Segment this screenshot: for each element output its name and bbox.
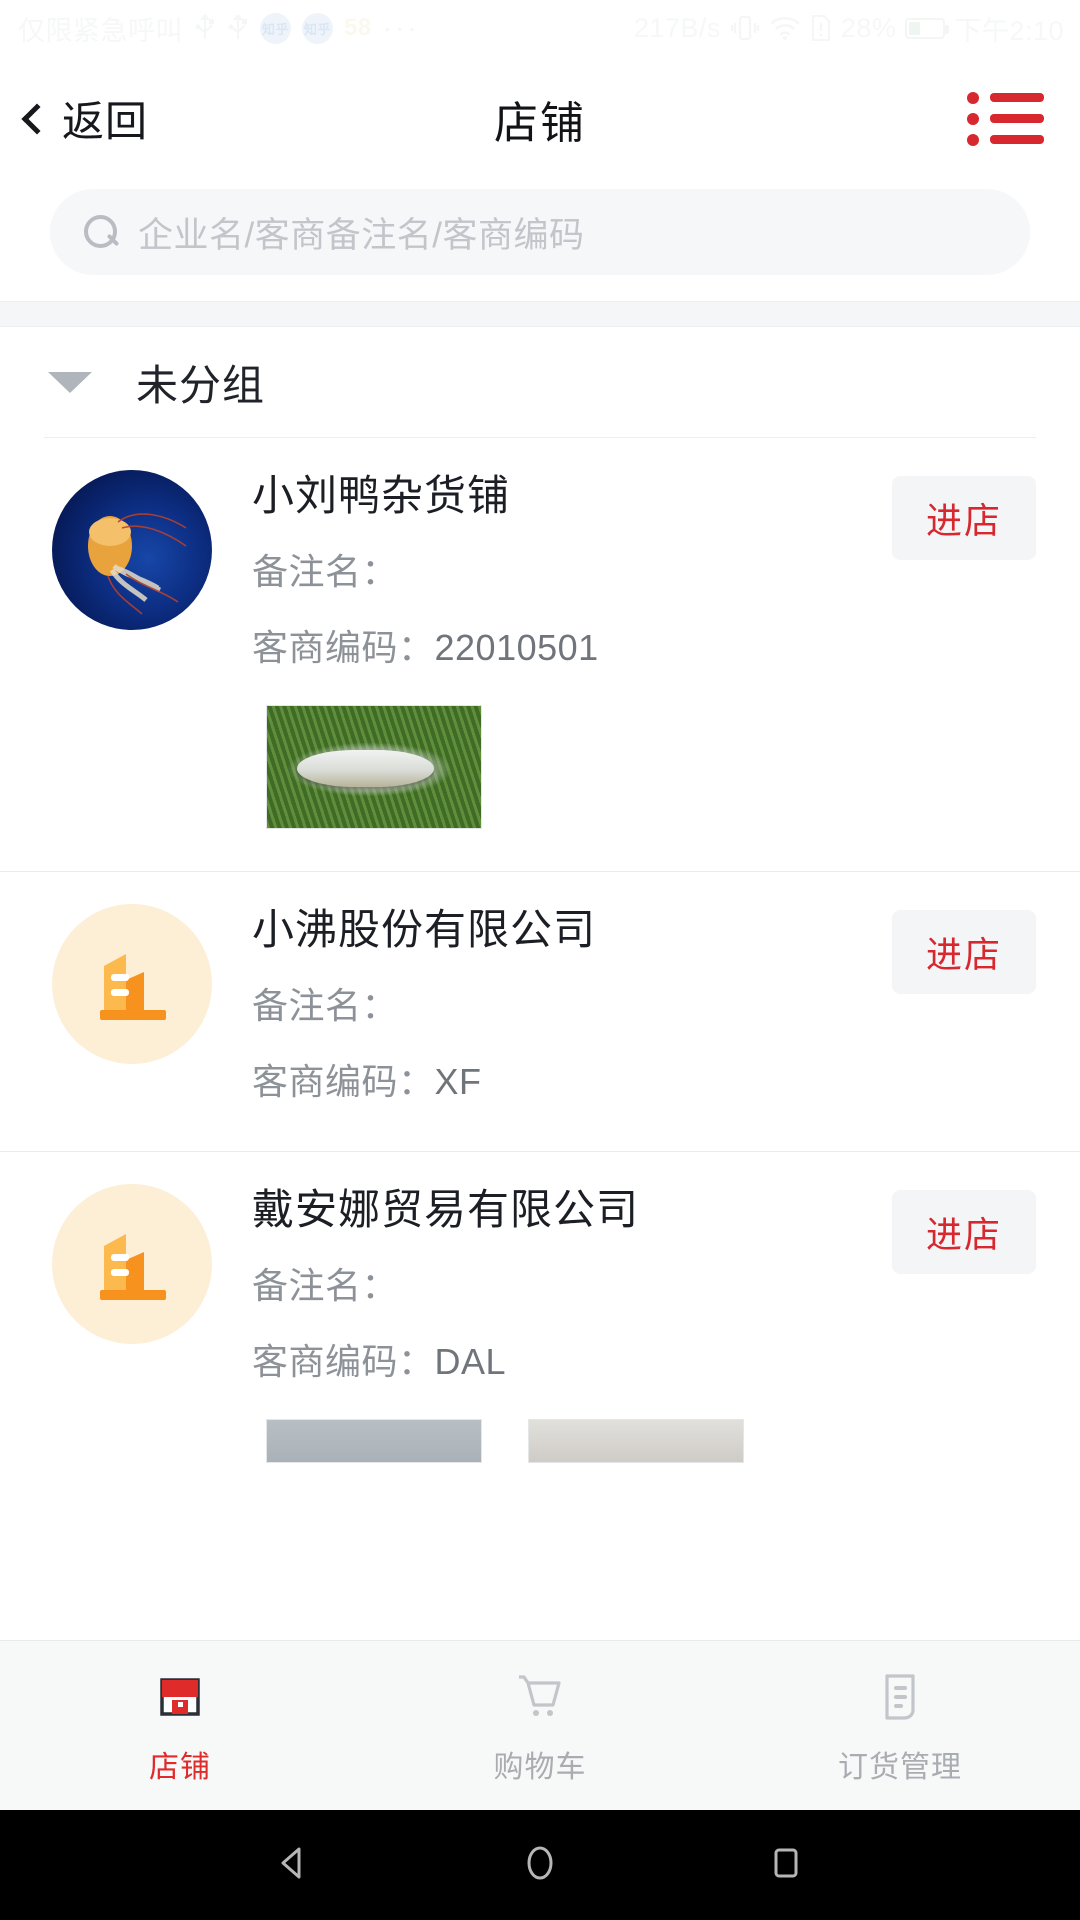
menu-dot <box>967 133 979 146</box>
alias-label: 备注名： <box>252 551 399 593</box>
order-list-icon <box>869 1666 931 1728</box>
search-section: 企业名/客商备注名/客商编码 <box>0 181 1080 301</box>
company-building-icon <box>100 954 166 1021</box>
tab-cart[interactable]: 购物车 <box>360 1666 720 1786</box>
app-notification-badge: 知乎 <box>302 12 333 44</box>
notification-count: 58 <box>344 14 372 41</box>
cart-icon <box>509 1666 571 1728</box>
search-placeholder: 企业名/客商备注名/客商编码 <box>138 215 585 255</box>
store-info: 戴安娜贸易有限公司 备注名： 客商编码：DAL <box>212 1184 892 1385</box>
menu-row <box>967 112 1044 125</box>
product-thumbnail[interactable] <box>266 1419 482 1464</box>
store-alias: 备注名： <box>252 977 892 1029</box>
company-building-icon <box>100 1234 166 1301</box>
code-label: 客商编码： <box>252 1341 435 1383</box>
menu-line <box>990 114 1044 123</box>
status-bar: 仅限紧急呼叫 知乎 知乎 58 ··· 217B/s 28% 下午2:10 <box>0 0 1080 56</box>
code-value: DAL <box>434 1341 507 1383</box>
menu-dot <box>967 91 979 104</box>
alias-label: 备注名： <box>252 985 399 1027</box>
product-thumbnail[interactable] <box>528 1419 744 1464</box>
bottom-tab-bar: 店铺 购物车 订货管理 <box>0 1640 1080 1810</box>
search-input[interactable]: 企业名/客商备注名/客商编码 <box>50 189 1030 275</box>
tab-order-management[interactable]: 订货管理 <box>720 1666 1080 1786</box>
tab-label: 购物车 <box>493 1750 587 1784</box>
sim-alert-icon <box>810 14 832 42</box>
tab-label: 店铺 <box>149 1750 211 1784</box>
store-avatar-icon <box>52 1184 212 1345</box>
overflow-dots-icon: ··· <box>382 12 420 44</box>
menu-line <box>990 93 1044 102</box>
enter-store-button[interactable]: 进店 <box>891 476 1036 560</box>
network-speed-label: 217B/s <box>633 12 721 43</box>
store-name: 小刘鸭杂货铺 <box>252 472 511 519</box>
store-row[interactable]: 小沸股份有限公司 备注名： 客商编码：XF 进店 <box>0 872 1080 1105</box>
menu-row <box>967 91 1044 104</box>
usb-icon <box>194 13 216 43</box>
store-alias: 备注名： <box>252 543 892 595</box>
section-divider <box>0 301 1080 327</box>
vibrate-icon <box>730 14 760 42</box>
clock-label: 下午2:10 <box>954 15 1064 46</box>
store-info: 小沸股份有限公司 备注名： 客商编码：XF <box>212 904 892 1105</box>
chevron-down-icon <box>48 371 92 393</box>
menu-row <box>967 133 1044 146</box>
back-button-label: 返回 <box>62 98 149 145</box>
store-code: 客商编码：DAL <box>252 1333 892 1385</box>
list-menu-icon[interactable] <box>965 86 1046 152</box>
code-label: 客商编码： <box>252 627 435 669</box>
menu-line <box>990 135 1044 144</box>
status-bar-right: 217B/s 28% 下午2:10 <box>634 9 1064 48</box>
search-icon <box>84 215 118 249</box>
product-thumbnail-fish[interactable] <box>266 705 482 830</box>
enter-store-button[interactable]: 进店 <box>891 910 1036 995</box>
store-name: 小沸股份有限公司 <box>252 906 597 954</box>
store-code: 客商编码：22010501 <box>252 619 892 671</box>
store-row[interactable]: 戴安娜贸易有限公司 备注名： 客商编码：DAL 进店 <box>0 1152 1080 1385</box>
store-alias: 备注名： <box>252 1257 892 1309</box>
store-avatar-icon <box>52 904 212 1065</box>
status-bar-left: 仅限紧急呼叫 知乎 知乎 58 ··· <box>18 9 420 48</box>
store-list[interactable]: 未分组 小刘鸭杂货铺 备注名： 客商编码：22010501 进店 小沸股份有限公… <box>0 327 1080 1640</box>
store-name: 戴安娜贸易有限公司 <box>252 1186 640 1234</box>
battery-icon <box>905 17 950 39</box>
store-avatar-photo <box>52 470 212 630</box>
alias-label: 备注名： <box>252 1265 399 1307</box>
battery-percent-label: 28% <box>840 12 897 43</box>
app-header: 返回 店铺 <box>0 56 1080 181</box>
carrier-label: 仅限紧急呼叫 <box>18 15 183 46</box>
tab-store[interactable]: 店铺 <box>0 1666 360 1786</box>
group-header-ungrouped[interactable]: 未分组 <box>0 327 1080 437</box>
nav-back-icon[interactable] <box>271 1840 317 1891</box>
store-info: 小刘鸭杂货铺 备注名： 客商编码：22010501 <box>212 470 892 671</box>
app-root: 仅限紧急呼叫 知乎 知乎 58 ··· 217B/s 28% 下午2:10 返回… <box>0 0 1080 1920</box>
app-notification-badge: 知乎 <box>260 12 291 44</box>
android-navigation-bar <box>0 1810 1080 1920</box>
tab-label: 订货管理 <box>838 1750 962 1784</box>
store-thumbnails <box>0 1385 1080 1464</box>
store-row[interactable]: 小刘鸭杂货铺 备注名： 客商编码：22010501 进店 <box>0 438 1080 671</box>
store-thumbnails <box>0 671 1080 830</box>
group-name-label: 未分组 <box>136 361 266 409</box>
store-code: 客商编码：XF <box>252 1053 892 1105</box>
code-label: 客商编码： <box>252 1061 435 1103</box>
nav-home-icon[interactable] <box>517 1840 563 1891</box>
menu-dot <box>967 112 979 125</box>
wifi-icon <box>769 15 801 41</box>
page-title: 店铺 <box>494 98 586 148</box>
nav-recents-icon[interactable] <box>763 1840 809 1891</box>
chevron-left-icon <box>21 102 53 135</box>
back-button[interactable]: 返回 <box>21 88 149 149</box>
code-value: 22010501 <box>434 627 599 669</box>
enter-store-button[interactable]: 进店 <box>891 1190 1036 1275</box>
code-value: XF <box>434 1061 482 1103</box>
shop-icon <box>149 1666 211 1728</box>
usb-icon <box>227 13 249 43</box>
